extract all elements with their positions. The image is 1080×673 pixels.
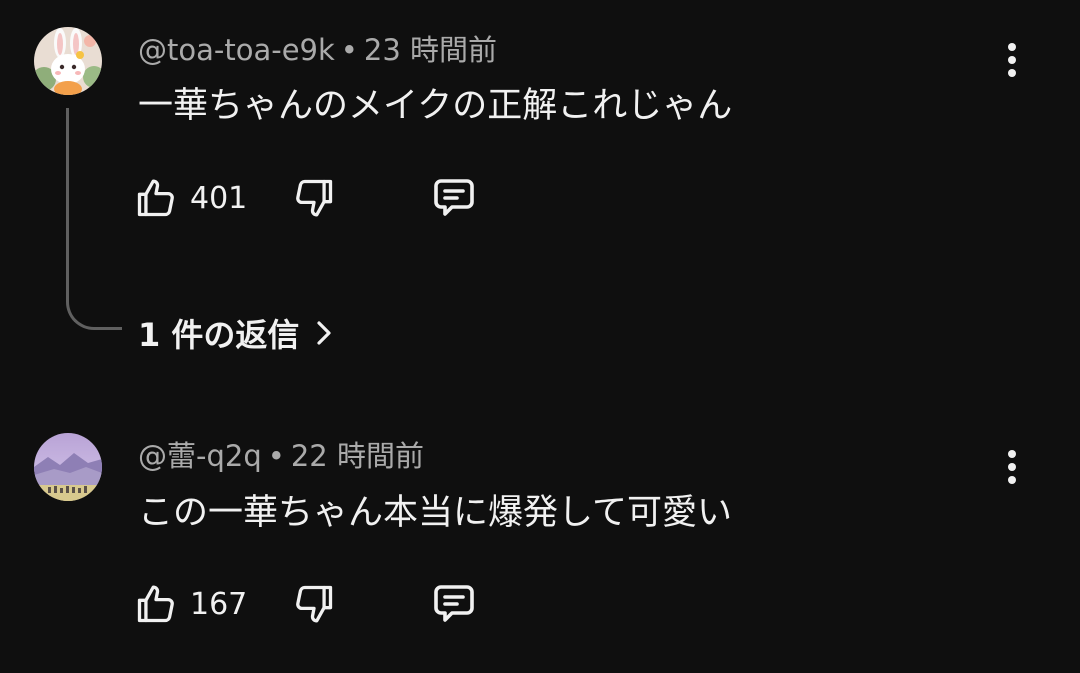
reply-button[interactable] <box>430 172 482 224</box>
comment-actions: 167 <box>134 578 494 630</box>
more-options-button[interactable] <box>990 38 1034 82</box>
avatar[interactable] <box>34 433 102 501</box>
comment-timestamp[interactable]: 23 時間前 <box>364 33 497 67</box>
thumbs-up-icon <box>137 585 174 623</box>
comment-text: この一華ちゃん本当に爆発して可愛い <box>138 493 732 533</box>
avatar[interactable] <box>34 27 102 95</box>
thumbs-down-icon <box>296 179 333 217</box>
meta-separator: • <box>267 439 285 473</box>
thumbs-up-icon <box>137 179 174 217</box>
meta-separator: • <box>340 33 358 67</box>
comment-meta: @toa-toa-e9k • 23 時間前 <box>138 36 497 65</box>
author-handle[interactable]: @蕾-q2q <box>138 439 262 473</box>
dislike-button[interactable] <box>292 578 342 630</box>
more-vert-icon <box>1008 43 1016 77</box>
view-replies-label: 1 件の返信 <box>138 316 300 354</box>
comment-reply-icon <box>434 179 474 216</box>
dislike-button[interactable] <box>292 172 342 224</box>
like-button[interactable]: 167 <box>134 578 247 630</box>
comment-reply-icon <box>434 585 474 622</box>
reply-thread-line <box>66 108 122 330</box>
more-options-button[interactable] <box>990 445 1034 489</box>
like-count: 401 <box>190 180 248 216</box>
like-button[interactable]: 401 <box>134 172 247 224</box>
more-vert-icon <box>1008 450 1016 484</box>
chevron-right-icon <box>317 321 332 345</box>
comment-item: @蕾-q2q • 22 時間前 この一華ちゃん本当に爆発して可愛い 167 <box>0 400 1080 673</box>
comment-meta: @蕾-q2q • 22 時間前 <box>138 442 424 471</box>
thumbs-down-icon <box>296 585 333 623</box>
comment-text: 一華ちゃんのメイクの正解これじゃん <box>138 86 733 126</box>
comment-timestamp[interactable]: 22 時間前 <box>291 439 424 473</box>
like-count: 167 <box>190 586 248 622</box>
view-replies-link[interactable]: 1 件の返信 <box>138 308 333 358</box>
author-handle[interactable]: @toa-toa-e9k <box>138 33 335 67</box>
bunny-avatar-icon <box>34 27 102 95</box>
comment-actions: 401 <box>134 172 494 224</box>
landscape-avatar-icon <box>34 433 102 501</box>
reply-button[interactable] <box>430 578 482 630</box>
